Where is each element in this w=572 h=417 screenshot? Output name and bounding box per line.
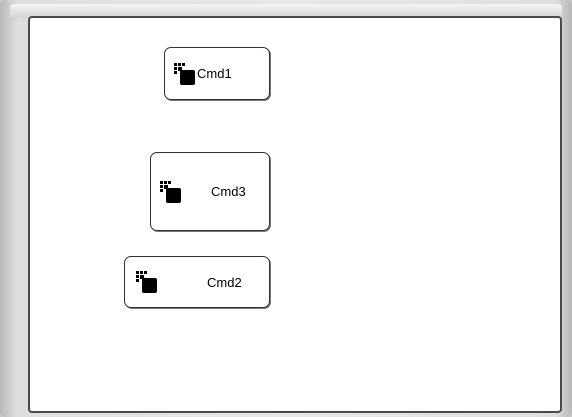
cmd3-label: Cmd3 (211, 184, 246, 199)
cmd1-label: Cmd1 (197, 66, 232, 81)
cmd1-button[interactable]: Cmd1 (164, 47, 270, 100)
form-client-area: Cmd1 Cmd3 Cmd2 (28, 16, 562, 413)
app-stack-icon (136, 271, 157, 293)
app-stack-icon (174, 62, 195, 85)
cmd2-label: Cmd2 (207, 274, 242, 290)
window-frame: Cmd1 Cmd3 Cmd2 (0, 0, 572, 417)
cmd2-button[interactable]: Cmd2 (124, 256, 270, 308)
app-stack-icon (160, 180, 181, 203)
cmd3-button[interactable]: Cmd3 (150, 152, 270, 231)
